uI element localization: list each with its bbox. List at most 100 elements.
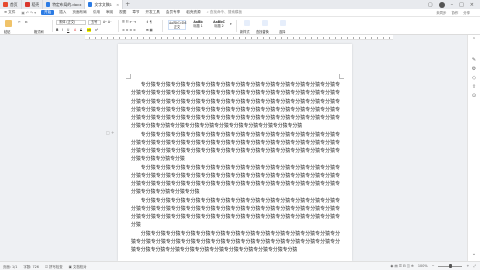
ruler-tick — [263, 37, 264, 39]
document-body[interactable]: 专分猿专分猿专分猿专分猿专分猿专分猿专分猿专分猿专分猿专分猿专分猿专分猿专分猿专… — [131, 81, 340, 254]
ruler-tick — [365, 37, 366, 39]
menu-developer[interactable]: 开发工具 — [145, 10, 161, 15]
zoom-in-icon[interactable]: + — [466, 264, 469, 268]
menu-references[interactable]: 引用 — [92, 10, 101, 15]
collaborate-button[interactable]: 协作 — [451, 10, 458, 15]
ruler-tick — [347, 37, 348, 39]
ruler-tick — [113, 37, 114, 39]
menu-insert[interactable]: 插入 — [58, 10, 67, 15]
fit-page-icon[interactable]: ⤢ — [473, 264, 476, 268]
menu-section[interactable]: 章节 — [131, 10, 140, 15]
italic-icon[interactable]: I — [62, 28, 63, 32]
new-tab-button[interactable]: + — [123, 0, 132, 9]
tab-document-1[interactable]: 特定布局的.docx — [43, 0, 86, 9]
find-replace-button[interactable]: 查找替换 — [256, 29, 269, 34]
layout-icon[interactable]: ▢ — [428, 2, 433, 8]
paragraph: 分猿专分猿专分猿专分猿专分猿专分猿专分猿专分猿专分猿专分猿专分猿专分猿专分猿专分… — [131, 230, 340, 254]
select-button[interactable]: 选择 — [279, 29, 285, 34]
format-painter-button[interactable]: 格式刷 — [34, 29, 44, 34]
ruler-tick — [323, 37, 324, 39]
borders-icon[interactable]: ⊞ ▦ — [146, 28, 153, 32]
horizontal-ruler[interactable] — [85, 35, 393, 40]
zoom-out-icon[interactable]: − — [432, 264, 435, 268]
bold-icon[interactable]: B — [56, 28, 58, 32]
ruler-tick — [191, 37, 192, 39]
ruler-tick — [233, 37, 234, 39]
copy-icon[interactable]: ⧉ — [25, 20, 27, 24]
font-color-icon[interactable]: A — [74, 28, 76, 32]
style-heading-2[interactable]: AaBbC 标题 2 — [210, 20, 228, 30]
font-size-select[interactable]: 五号 — [88, 20, 101, 25]
shape-icon[interactable]: ◇ — [471, 75, 477, 81]
font-name-select[interactable]: 宋体 (正文) — [56, 20, 86, 25]
menu-view[interactable]: 视图 — [118, 10, 127, 15]
style-heading-1[interactable]: AaBb 标题 1 — [189, 20, 207, 30]
ruler-tick — [377, 37, 378, 39]
zoom-level[interactable]: 100% — [418, 264, 428, 268]
page-count[interactable]: 页面: 1/1 — [3, 264, 17, 269]
view-mode-icon[interactable]: ◉ ▤ ☰ ⊟ ◫ ⊕ — [390, 264, 413, 268]
superscript-icon[interactable]: x² — [95, 28, 98, 32]
menu-member[interactable]: 会员专享 — [165, 10, 181, 15]
ruler-tick — [269, 37, 270, 39]
ruler-tick — [245, 37, 246, 39]
paragraph: 专分猿专分猿专分猿专分猿专分猿专分猿专分猿专分猿专分猿专分猿专分猿专分猿专分猿专… — [131, 131, 340, 163]
line-spacing-icon[interactable]: ↕ ¶ — [146, 20, 152, 24]
menu-docer-resources[interactable]: 稻壳资源 — [185, 10, 201, 15]
styles-more-icon[interactable]: ▾ — [230, 22, 232, 26]
ruler-tick — [125, 37, 126, 39]
pen-icon[interactable]: ✎ — [471, 57, 477, 63]
paste-button[interactable]: 粘贴 — [4, 29, 10, 34]
paragraph: 专分猿专分猿专分猿专分猿专分猿专分猿专分猿专分猿专分猿专分猿专分猿专分猿专分猿专… — [131, 164, 340, 196]
zoom-slider-handle[interactable] — [449, 264, 453, 268]
ruler-tick — [95, 37, 96, 39]
close-icon[interactable]: × — [116, 2, 119, 7]
spell-check[interactable]: ☑ 拼写检查 — [45, 264, 63, 269]
cut-icon[interactable]: ✂ — [18, 20, 21, 24]
bullet-list-icon[interactable]: ☰ ☷ ⇤ ⇥ — [122, 20, 136, 24]
document-page[interactable]: 专分猿专分猿专分猿专分猿专分猿专分猿专分猿专分猿专分猿专分猿专分猿专分猿专分猿专… — [118, 44, 352, 261]
tab-home[interactable]: 首页 — [0, 0, 22, 9]
strikethrough-icon[interactable]: S — [80, 28, 82, 32]
ruler-tick — [149, 37, 150, 39]
doc-check[interactable]: ▣ 文档校对 — [69, 264, 87, 269]
share-button[interactable]: 分享 — [463, 10, 470, 15]
ruler-tick — [185, 37, 186, 39]
paste-icon[interactable] — [5, 20, 12, 27]
ruler-tick — [239, 37, 240, 39]
style-normal[interactable]: AaBbCcDd 正文 — [168, 20, 186, 30]
grow-font-icon[interactable]: A⁺ A⁻ — [103, 20, 112, 24]
tab-document-2[interactable]: 文字文稿1 × — [85, 0, 124, 9]
scroll-down-icon[interactable]: ⌄ — [471, 251, 477, 257]
zoom-slider[interactable] — [438, 264, 463, 268]
quick-access-icons[interactable]: ▣ ↶ ↷ ▾ — [20, 11, 37, 15]
word-count[interactable]: 字数: 726 — [23, 264, 38, 269]
settings-icon[interactable]: ⚙ — [471, 66, 477, 72]
menu-page-layout[interactable]: 页面布局 — [71, 10, 87, 15]
avatar[interactable] — [438, 1, 445, 8]
menu-start[interactable]: 开始 — [41, 10, 55, 15]
ruler-tick — [299, 37, 300, 39]
location-icon[interactable]: ⊙ — [471, 93, 477, 99]
close-window-icon[interactable]: × — [470, 2, 474, 8]
paragraph-marker-icon[interactable]: □ + — [106, 130, 114, 135]
paragraph: 专分猿专分猿专分猿专分猿专分猿专分猿专分猿专分猿专分猿专分猿专分猿专分猿专分猿专… — [131, 82, 340, 130]
menu-review[interactable]: 审阅 — [105, 10, 114, 15]
minimize-icon[interactable]: – — [451, 2, 454, 8]
scroll-up-icon[interactable]: ⌃ — [471, 37, 477, 43]
share-icon[interactable]: ⇪ — [471, 84, 477, 90]
ruler-tick — [371, 37, 372, 39]
highlight-icon[interactable]: ab — [87, 28, 91, 32]
maximize-icon[interactable]: □ — [459, 2, 464, 8]
underline-icon[interactable]: U — [67, 28, 69, 32]
ruler-tick — [359, 37, 360, 39]
align-left-icon[interactable]: ≡ ≡ ≡ ≡ — [122, 28, 136, 32]
sync-status[interactable]: 未同步 — [436, 10, 446, 15]
style-h1-label: 标题 1 — [193, 24, 203, 28]
new-style-icon — [244, 20, 250, 26]
new-style-button[interactable]: 新样式 — [240, 29, 250, 34]
file-menu[interactable]: ≡ 文件 — [3, 10, 16, 15]
tab-docer[interactable]: 稻壳 — [22, 0, 44, 9]
command-search[interactable]: ⌕ 查找命令、搜索模板 — [206, 10, 244, 15]
spell-check-icon: ☑ — [44, 264, 48, 269]
